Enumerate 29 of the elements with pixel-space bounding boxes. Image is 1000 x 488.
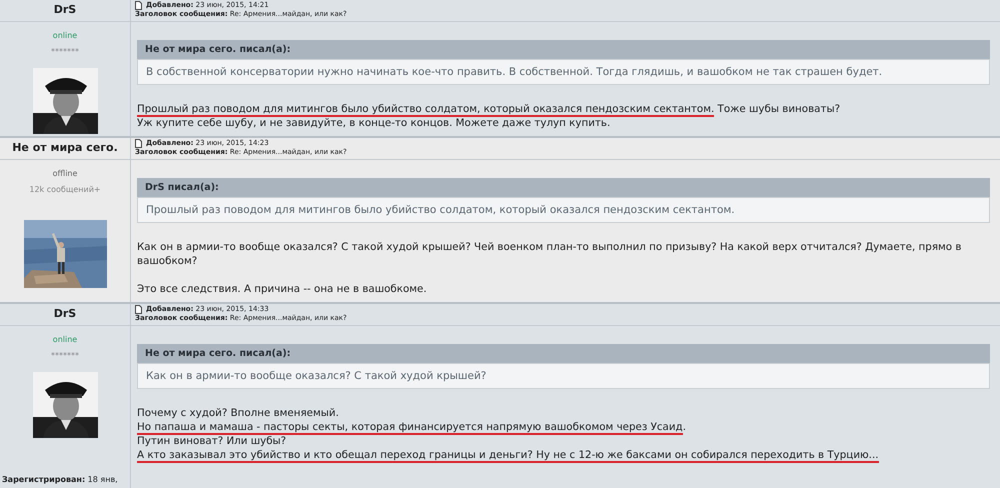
post-text: Как он в армии-то вообще оказался? С такой худой крышей? Чей военком план-то выполнил по призыву? На какой верх отчитался? Думаете, прямо в вашобком?	[137, 241, 962, 267]
post-text: Путин виноват? Или шубы?	[137, 435, 286, 447]
status-text: online	[52, 30, 78, 42]
user-rank: 12k сообщений+	[29, 184, 101, 196]
author-name: DrS	[0, 304, 131, 326]
quote-text: В собственной консерватории нужно начинать кое-что править. В собственной. Тогда глядишь, и вашобком не так страшен будет.	[137, 59, 990, 85]
user-rank: *******	[51, 350, 79, 362]
underlined-text: Прошлый раз поводом для митингов было убийство солдатом, который оказался пендозским сектантом.	[137, 103, 714, 117]
post-text: Это все следствия. А причина -- она не в вашобкоме.	[137, 283, 427, 295]
user-rank: *******	[51, 46, 79, 58]
underlined-text: Но папаша и мамаша - пасторы секты, которая финансируется напрямую вашобкомом через Усаид	[137, 421, 683, 435]
document-icon	[135, 139, 142, 148]
quote-author: Не от мира сего. писал(а):	[137, 40, 990, 59]
post-text: Тоже шубы виноваты?	[716, 103, 840, 115]
document-icon	[135, 1, 142, 10]
document-icon	[135, 305, 142, 314]
status-text: offline	[52, 168, 78, 180]
quote-author: DrS писал(а):	[137, 178, 990, 197]
post-text: Уж купите себе шубу, и не завидуйте, в конце-то концов. Можете даже тулуп купить.	[137, 117, 610, 129]
quote-text: Прошлый раз поводом для митингов было убийство солдатом, который оказался пендозским сектантом.	[137, 197, 990, 223]
quote-text: Как он в армии-то вообще оказался? С такой худой крышей?	[137, 363, 990, 389]
registration-date: Зарегистрирован: 18 янв,	[1, 474, 118, 486]
post-text: Почему с худой? Вполне вменяемый.	[137, 407, 339, 419]
author-name: DrS	[0, 0, 131, 22]
status-text: online	[52, 334, 78, 346]
author-name: Не от мира сего.	[0, 138, 131, 160]
quote-author: Не от мира сего. писал(а):	[137, 344, 990, 363]
underlined-text: А кто заказывал это убийство и кто обещал переход границы и деньги? Ну не с 12-ю же баксами он собирался переходить в Турцию...	[137, 449, 878, 463]
post-text: .	[682, 421, 686, 433]
